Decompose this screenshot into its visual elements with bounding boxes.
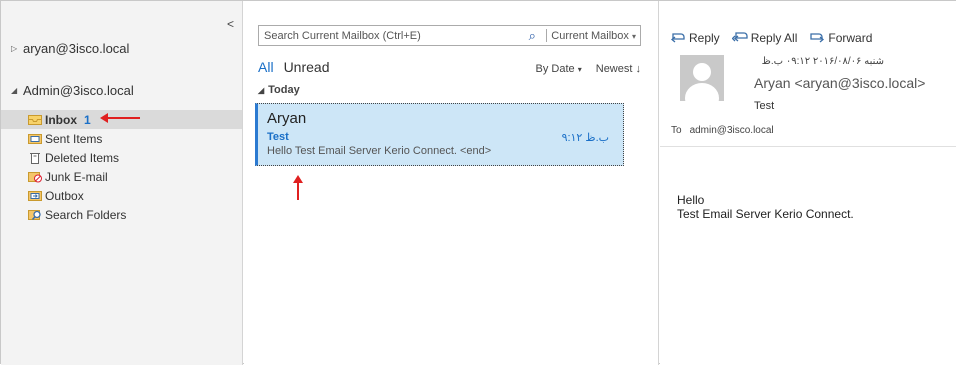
message-item[interactable]: Aryan Test ۹:۱۲ ب.ظ Hello Test Email Ser… <box>255 103 624 166</box>
reading-pane: Reply Reply All Forward شنبه ۲۰۱۶/۰۸/۰۶ … <box>660 1 956 365</box>
avatar <box>680 55 724 101</box>
search-input[interactable]: Search Current Mailbox (Ctrl+E) <box>259 30 522 42</box>
message-sender: Aryan <box>267 110 307 127</box>
body-line: Hello <box>677 193 705 207</box>
folder-outbox[interactable]: Outbox <box>1 186 242 205</box>
sort-by-label: By Date <box>535 63 575 75</box>
message-subject: Test <box>267 131 289 143</box>
unread-count-badge: 1 <box>84 112 91 127</box>
sort-by-dropdown[interactable]: By Date ▾ <box>536 63 582 75</box>
message-body: Hello Test Email Server Kerio Connect. <box>677 193 854 221</box>
expand-triangle-icon[interactable]: ▷ <box>11 44 19 53</box>
filter-bar: All Unread By Date ▾ Newest ↓ <box>258 59 641 75</box>
folder-label: Junk E-mail <box>45 169 108 184</box>
message-date: شنبه ۲۰۱۶/۰۸/۰۶ ۰۹:۱۲ ب.ظ <box>761 56 884 67</box>
inbox-icon <box>28 113 42 126</box>
account-admin[interactable]: ◢ Admin@3isco.local <box>11 83 134 98</box>
reply-all-button[interactable]: Reply All <box>731 30 798 46</box>
folder-label: Search Folders <box>45 207 127 222</box>
to-label: To <box>671 125 682 136</box>
outbox-icon <box>28 189 42 202</box>
divider <box>660 146 956 147</box>
sent-items-icon <box>28 132 42 145</box>
search-folder-icon <box>28 208 42 221</box>
avatar-head <box>693 63 711 81</box>
reply-label: Reply <box>689 31 720 45</box>
arrow-down-icon: ↓ <box>635 63 642 75</box>
trash-icon <box>28 151 42 164</box>
message-list-pane: Search Current Mailbox (Ctrl+E) ⌕ Curren… <box>244 1 659 365</box>
folder-pane: < ▷ aryan@3isco.local ◢ Admin@3isco.loca… <box>1 1 243 365</box>
account-label: aryan@3isco.local <box>23 41 130 56</box>
group-label: Today <box>268 84 300 96</box>
folder-search-folders[interactable]: Search Folders <box>1 205 242 224</box>
account-label: Admin@3isco.local <box>23 83 134 98</box>
folder-inbox[interactable]: Inbox 1 <box>1 110 242 129</box>
collapse-triangle-icon[interactable]: ◢ <box>11 86 19 95</box>
reply-button[interactable]: Reply <box>670 30 720 46</box>
forward-label: Forward <box>828 31 873 45</box>
account-aryan[interactable]: ▷ aryan@3isco.local <box>11 41 129 56</box>
junk-mail-icon <box>28 170 42 183</box>
message-preview: Hello Test Email Server Kerio Connect. <… <box>267 145 492 157</box>
recipient-address[interactable]: admin@3isco.local <box>690 125 774 136</box>
reply-icon <box>670 30 686 46</box>
folder-junk-email[interactable]: Junk E-mail <box>1 167 242 186</box>
group-header-today[interactable]: ◢ Today <box>258 84 641 96</box>
search-scope-dropdown[interactable]: Current Mailbox ▾ <box>551 30 640 42</box>
annotation-arrow-up <box>293 175 303 200</box>
recipient-line: To admin@3isco.local <box>671 125 774 136</box>
sort-order-label: Newest <box>595 63 633 75</box>
forward-button[interactable]: Forward <box>809 30 872 46</box>
folder-label: Outbox <box>45 188 84 203</box>
forward-icon <box>809 30 825 46</box>
reply-all-icon <box>731 30 748 46</box>
folder-deleted-items[interactable]: Deleted Items <box>1 148 242 167</box>
search-icon[interactable]: ⌕ <box>522 28 542 44</box>
annotation-arrow-left <box>100 113 140 123</box>
message-sender-full[interactable]: Aryan <aryan@3isco.local> <box>754 75 925 91</box>
filter-unread-tab[interactable]: Unread <box>284 59 330 75</box>
avatar-body <box>685 83 719 101</box>
folder-list: Inbox 1 Sent Items Deleted Items Junk E-… <box>1 110 242 224</box>
folder-label: Deleted Items <box>45 150 120 165</box>
collapse-pane-button[interactable]: < <box>227 17 234 31</box>
folder-label: Sent Items <box>45 131 103 146</box>
chevron-down-icon: ▾ <box>577 65 582 74</box>
search-scope-label: Current Mailbox <box>551 29 629 42</box>
outlook-window: < ▷ aryan@3isco.local ◢ Admin@3isco.loca… <box>0 0 956 365</box>
message-actions: Reply Reply All Forward <box>670 30 872 46</box>
reply-all-label: Reply All <box>750 31 798 45</box>
message-time: ۹:۱۲ ب.ظ <box>561 132 609 144</box>
body-line: Test Email Server Kerio Connect. <box>677 207 854 221</box>
folder-label: Inbox <box>45 112 77 127</box>
search-box[interactable]: Search Current Mailbox (Ctrl+E) ⌕ Curren… <box>258 25 641 46</box>
collapse-triangle-icon[interactable]: ◢ <box>258 86 264 95</box>
folder-sent-items[interactable]: Sent Items <box>1 129 242 148</box>
message-subject-header: Test <box>754 100 775 112</box>
chevron-down-icon: ▾ <box>631 31 636 41</box>
sort-order-toggle[interactable]: Newest ↓ <box>596 63 641 75</box>
filter-all-tab[interactable]: All <box>258 59 274 75</box>
search-divider <box>546 29 548 42</box>
